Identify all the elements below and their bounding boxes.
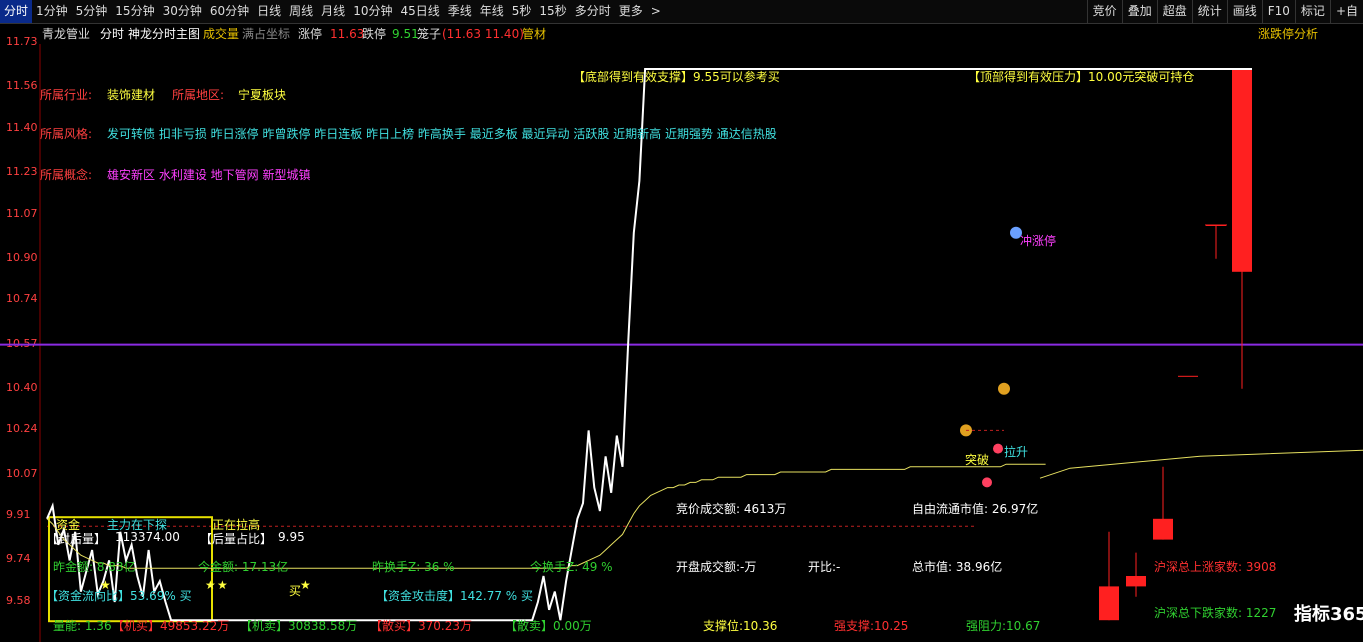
top-pressure-note: 【顶部得到有效压力】10.00元突破可持仓 (968, 70, 1195, 84)
bottom-support-note: 【底部得到有效支撑】9.55可以参考买 (573, 70, 780, 84)
auction-amount: 竞价成交额: 4613万 (676, 502, 787, 516)
retail-sell: 【散卖】0.00万 (505, 619, 592, 633)
star-icon: ★ (300, 578, 311, 592)
concept-label: 所属概念: (40, 168, 93, 182)
strong-support: 强支撑:10.25 (834, 619, 909, 633)
watermark-logo: 指标365 (1290, 598, 1363, 628)
region-value[interactable]: 宁夏板块 (238, 86, 286, 103)
style-label: 所属风格: (40, 127, 93, 141)
open-ratio: 开比:- (808, 560, 841, 574)
open-amount: 开盘成交额:-万 (676, 560, 757, 574)
candle-body (1126, 576, 1146, 587)
free-market-value: 自由流通市值: 26.97亿 (912, 502, 1039, 516)
industry-value[interactable]: 装饰建材 (107, 86, 155, 103)
star-icon-3: ★ (217, 578, 228, 592)
support-level: 支撑位:10.36 (703, 619, 778, 633)
average-line-extension (1039, 449, 1363, 479)
volume-energy: 量能: 1.36 (53, 619, 112, 633)
gem-icon-2 (982, 477, 992, 488)
fund-attack-degree: 【资金攻击度】142.77 % 买 (376, 589, 534, 603)
total-market-value: 总市值: 38.96亿 (912, 560, 1003, 574)
strong-resistance: 强阻力:10.67 (966, 619, 1041, 633)
after-ratio-value: 9.95 (278, 530, 305, 544)
buy-signal-label: 买 (289, 584, 302, 598)
region-label: 所属地区: (172, 88, 225, 102)
la-sheng-label: 拉升 (1004, 445, 1029, 459)
fund-flow-ratio: 【资金流向比】53.69% 买 (46, 589, 192, 603)
yesterday-amount: 昨金额: 8.83亿 (53, 560, 136, 574)
star-icon-2: ★ (205, 578, 216, 592)
hs-down-count: 沪深总下跌家数: 1227 (1154, 606, 1277, 620)
candle-body (1178, 375, 1198, 377)
seal-vol-label: 【封后量】 (46, 532, 107, 546)
candle-body (1153, 518, 1173, 540)
seal-vol-value: 113374.00 (115, 530, 180, 544)
industry-label: 所属行业: (40, 88, 93, 102)
candle-body (1099, 586, 1119, 621)
tu-po-label: 突破 (965, 453, 990, 467)
chong-zhangting-label: 冲涨停 (1020, 234, 1057, 248)
after-ratio-label: 【后量占比】 (200, 532, 273, 546)
retail-buy: 【散买】370.23万 (370, 619, 472, 633)
yesterday-turnover: 昨换手Z: 36 % (372, 560, 455, 574)
today-amount: 今金额: 17.13亿 (198, 560, 289, 574)
institution-sell: 【机卖】30838.58万 (240, 619, 358, 633)
concept-value: 雄安新区 水利建设 地下管网 新型城镇 (107, 168, 311, 182)
money-bag-icon (998, 382, 1010, 395)
gem-icon (993, 443, 1003, 454)
style-value: 发可转债 扣非亏损 昨日涨停 昨曾跌停 昨日连板 昨日上榜 昨高换手 最近多板 … (107, 127, 777, 141)
today-turnover: 今换手Z: 49 % (530, 560, 613, 574)
institution-buy: 【机买】49853.22万 (112, 619, 230, 633)
candle-body (1232, 69, 1252, 272)
hs-up-count: 沪深总上涨家数: 3908 (1154, 560, 1277, 574)
